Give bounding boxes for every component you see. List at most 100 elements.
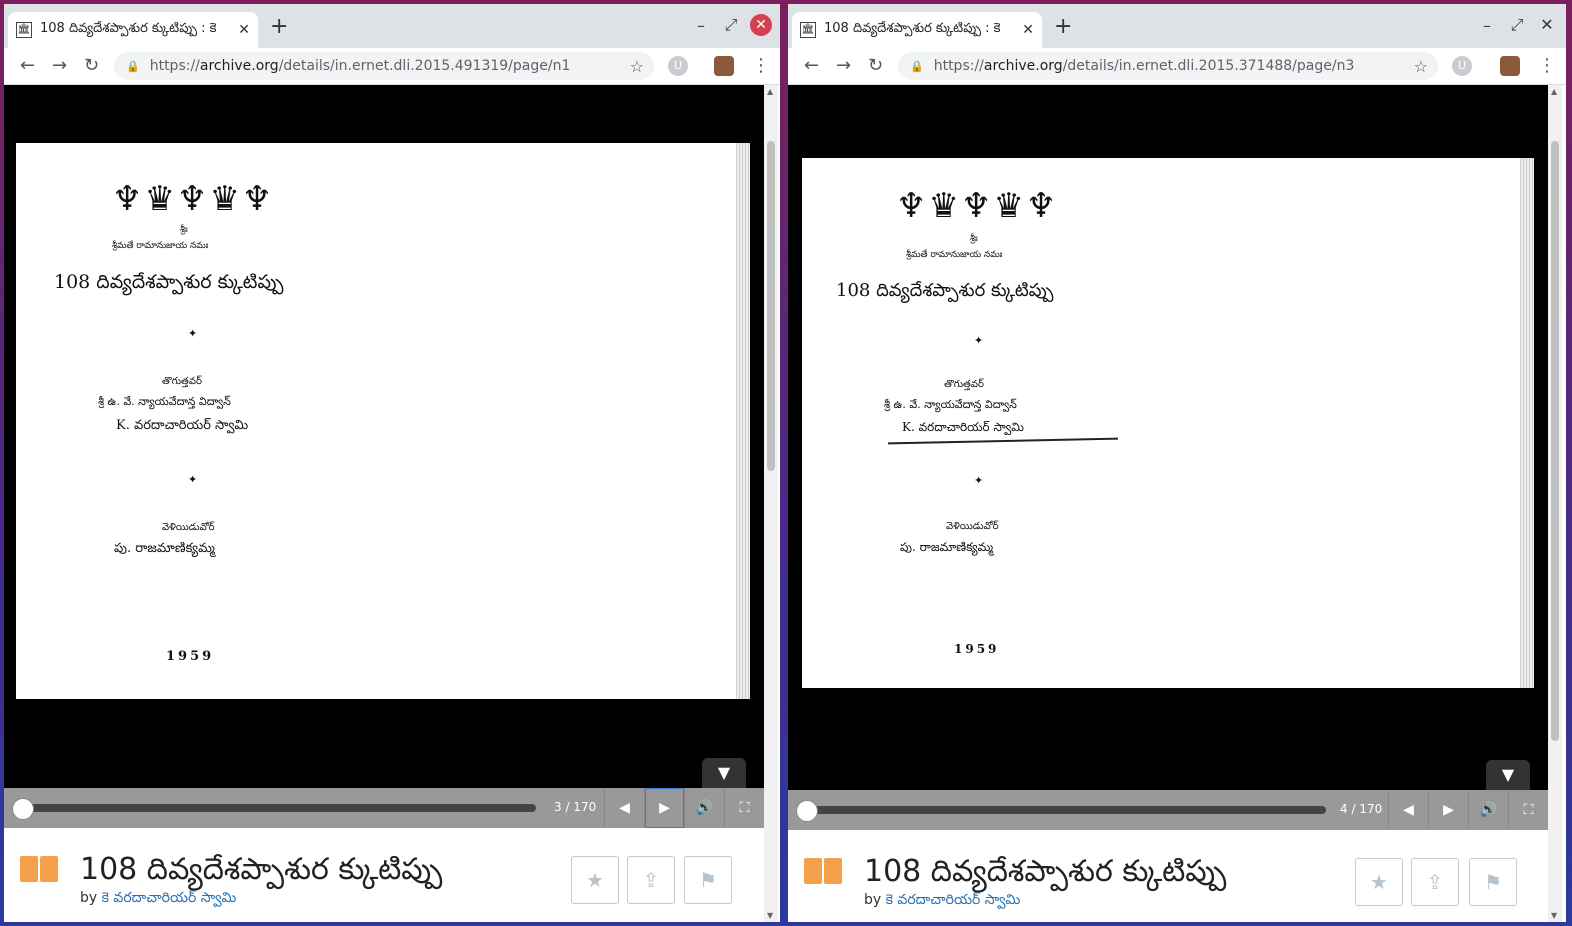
fullscreen-button[interactable]: ⛶ (1508, 790, 1548, 830)
item-byline: by కె వరదాచారియర్ స్వామి (80, 890, 236, 909)
page-book-title: 108 దివ్యదేశప్పాశుర క్కుటిప్పు (836, 280, 1054, 301)
book-viewer: ♆♛♆♛♆ శ్రీః శ్రీమతే రామానుజాయ నమః 108 ది… (4, 85, 764, 788)
close-window-button[interactable]: ✕ (750, 14, 772, 36)
page-slider-track[interactable] (800, 806, 1326, 814)
page-stack-edge (1520, 158, 1534, 688)
url-text[interactable]: https://archive.org/details/in.ernet.dli… (934, 58, 1414, 74)
new-tab-button[interactable]: + (270, 16, 288, 38)
scrollbar-thumb[interactable] (767, 141, 775, 471)
previous-page-button[interactable]: ◀ (1388, 790, 1428, 830)
author-link[interactable]: కె వరదాచారియర్ స్వామి (886, 892, 1021, 908)
page-divider: ✦ (188, 473, 198, 486)
share-button[interactable]: ⇪ (1411, 858, 1459, 906)
url-host: archive.org (983, 58, 1063, 74)
tab-title: 108 దివ్యదేశప్పాశుర క్కుటిప్పు : కె (824, 21, 1001, 36)
flag-button[interactable]: ⚑ (1469, 858, 1517, 906)
browser-window-left: 🏛 108 దివ్యదేశప్పాశుర క్కుటిప్పు : కె ✕ … (4, 4, 780, 922)
page-slider-thumb[interactable] (796, 800, 818, 822)
scrollbar-thumb[interactable] (1551, 141, 1559, 741)
page-divider: ✦ (188, 327, 198, 340)
browser-tab[interactable]: 🏛 108 దివ్యదేశప్పాశుర క్కుటిప్పు : కె ✕ (8, 12, 258, 48)
browser-toolbar: ← → ↻ 🔒 https://archive.org/details/in.e… (4, 48, 780, 85)
book-icon (804, 858, 844, 888)
read-aloud-button[interactable]: 🔊 (684, 788, 724, 828)
address-bar[interactable]: 🔒 https://archive.org/details/in.ernet.d… (898, 52, 1438, 80)
book-page[interactable]: ♆♛♆♛♆ శ్రీః శ్రీమతే రామానుజాయ నమః 108 ది… (802, 158, 1520, 688)
window-controls: – ⤢ ✕ (1472, 14, 1558, 36)
favorite-button[interactable]: ★ (1355, 858, 1403, 906)
forward-button[interactable]: → (836, 56, 851, 76)
next-page-button[interactable]: ▶ (644, 788, 684, 828)
reload-button[interactable]: ↻ (868, 56, 883, 76)
minimize-button[interactable]: – (1472, 16, 1502, 35)
flag-button[interactable]: ⚑ (684, 856, 732, 904)
maximize-button[interactable]: ⤢ (716, 15, 746, 35)
window-controls: – ⤢ ✕ (686, 14, 772, 36)
page-author-line2: K. వరదాచారియర్ స్వామి (116, 418, 249, 433)
new-tab-button[interactable]: + (1054, 16, 1072, 38)
next-page-button[interactable]: ▶ (1428, 790, 1468, 830)
extension-icon[interactable]: U (1452, 56, 1472, 76)
by-label: by (864, 892, 882, 908)
emblem-icons: ♆♛♆♛♆ (112, 179, 275, 219)
page-book-title: 108 దివ్యదేశప్పాశుర క్కుటిప్పు (54, 271, 284, 293)
browser-window-right: 🏛 108 దివ్యదేశప్పాశుర క్కుటిప్పు : కె ✕ … (788, 4, 1566, 922)
scroll-up-icon[interactable]: ▲ (767, 87, 773, 96)
book-viewer: ♆♛♆♛♆ శ్రీః శ్రీమతే రామానుజాయ నమః 108 ది… (788, 85, 1548, 790)
archive-favicon-icon: 🏛 (800, 22, 816, 38)
close-window-button[interactable]: ✕ (1536, 14, 1558, 36)
toggle-nav-icon[interactable]: ▼ (702, 758, 746, 788)
profile-avatar[interactable] (714, 56, 734, 76)
item-info: 108 దివ్యదేశప్పాశుర క్కుటిప్పు by కె వరద… (4, 828, 764, 918)
extension-icon[interactable]: U (668, 56, 688, 76)
page-scrollbar[interactable]: ▲ ▼ (764, 85, 778, 922)
item-info: 108 దివ్యదేశప్పాశుర క్కుటిప్పు by కె వరద… (788, 830, 1548, 920)
page-counter: 3 / 170 (554, 800, 597, 814)
back-button[interactable]: ← (20, 56, 35, 76)
page-author-line1: శ్రీ ఉ. వే. న్యాయవేదాన్త విద్వాన్ (884, 398, 1017, 411)
bookmark-star-icon[interactable]: ☆ (1414, 57, 1428, 76)
page-scrollbar[interactable]: ▲ ▼ (1548, 85, 1562, 922)
profile-avatar[interactable] (1500, 56, 1520, 76)
book-page[interactable]: ♆♛♆♛♆ శ్రీః శ్రీమతే రామానుజాయ నమః 108 ది… (16, 143, 736, 699)
page-publisher-label: వెళియిడువోర్ (162, 522, 215, 533)
page-divider: ✦ (974, 334, 984, 347)
url-scheme: https:// (149, 58, 200, 74)
scroll-down-icon[interactable]: ▼ (767, 911, 773, 920)
item-title: 108 దివ్యదేశప్పాశుర క్కుటిప్పు (864, 854, 1227, 889)
maximize-button[interactable]: ⤢ (1502, 15, 1532, 35)
previous-page-button[interactable]: ◀ (604, 788, 644, 828)
tab-close-icon[interactable]: ✕ (1022, 22, 1034, 38)
browser-tab[interactable]: 🏛 108 దివ్యదేశప్పాశుర క్కుటిప్పు : కె ✕ (792, 12, 1042, 48)
tab-close-icon[interactable]: ✕ (238, 22, 250, 38)
toggle-nav-icon[interactable]: ▼ (1486, 760, 1530, 790)
page-author-label: తొగుత్తవర్ (162, 376, 202, 387)
read-aloud-button[interactable]: 🔊 (1468, 790, 1508, 830)
page-slider-track[interactable] (16, 804, 536, 812)
reload-button[interactable]: ↻ (84, 56, 99, 76)
browser-menu-icon[interactable]: ⋮ (752, 55, 770, 76)
tab-strip: 🏛 108 దివ్యదేశప్పాశుర క్కుటిప్పు : కె ✕ … (4, 4, 780, 48)
favorite-button[interactable]: ★ (571, 856, 619, 904)
browser-toolbar: ← → ↻ 🔒 https://archive.org/details/in.e… (788, 48, 1566, 85)
url-text[interactable]: https://archive.org/details/in.ernet.dli… (150, 58, 630, 74)
share-button[interactable]: ⇪ (627, 856, 675, 904)
address-bar[interactable]: 🔒 https://archive.org/details/in.ernet.d… (114, 52, 654, 80)
reader-controls: 3 / 170 ◀ ▶ 🔊 ⛶ (4, 788, 764, 828)
page-author-label: తొగుత్తవర్ (944, 379, 984, 390)
page-publisher: పు. రాజమాణిక్యమ్మ (114, 541, 215, 556)
url-scheme: https:// (933, 58, 984, 74)
scroll-up-icon[interactable]: ▲ (1551, 87, 1557, 96)
by-label: by (80, 890, 98, 906)
fullscreen-button[interactable]: ⛶ (724, 788, 764, 828)
handwritten-underline (888, 437, 1118, 445)
forward-button[interactable]: → (52, 56, 67, 76)
author-link[interactable]: కె వరదాచారియర్ స్వామి (102, 890, 237, 906)
bookmark-star-icon[interactable]: ☆ (630, 57, 644, 76)
page-slider-thumb[interactable] (12, 798, 34, 820)
page-author-line1: శ్రీ ఉ. వే. న్యాయవేదాన్త విద్వాన్ (98, 395, 231, 408)
back-button[interactable]: ← (804, 56, 819, 76)
minimize-button[interactable]: – (686, 16, 716, 35)
browser-menu-icon[interactable]: ⋮ (1538, 55, 1556, 76)
scroll-down-icon[interactable]: ▼ (1551, 911, 1557, 920)
